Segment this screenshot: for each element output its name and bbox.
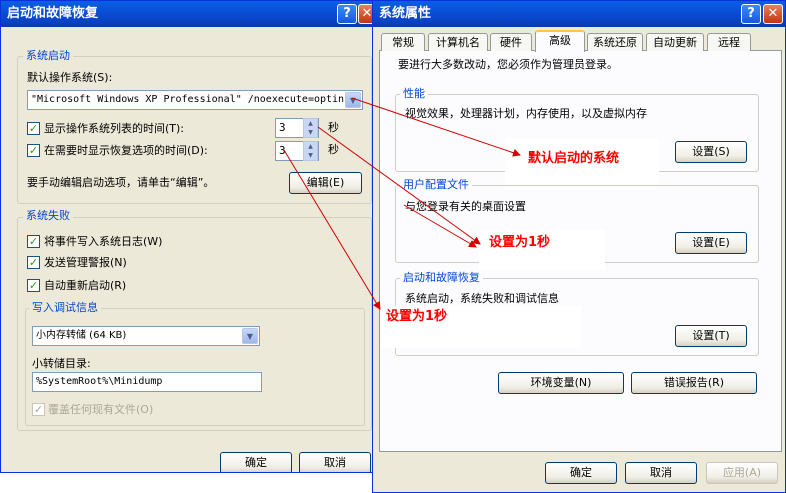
show-list-spinner[interactable]: ▲ ▼	[303, 118, 318, 138]
show-list-seconds-value: 3	[279, 121, 286, 134]
annotation-set-one-second-a: 设置为1秒	[489, 235, 551, 250]
tab-computer-name[interactable]: 计算机名	[428, 33, 488, 51]
annotation-set-one-second-b: 设置为1秒	[386, 309, 448, 324]
user-profiles-group-label: 用户配置文件	[400, 178, 472, 192]
dump-type-select[interactable]: 小内存转储 (64 KB)	[32, 326, 260, 346]
edit-hint: 要手动编辑启动选项，请单击“编辑”。	[27, 176, 215, 189]
tab-general[interactable]: 常规	[381, 33, 425, 51]
auto-restart-checkbox[interactable]: ✓	[27, 279, 40, 292]
spinner-down-icon[interactable]: ▼	[304, 128, 317, 137]
recovery-seconds-value: 3	[279, 144, 286, 157]
system-failure-group-label: 系统失败	[23, 209, 73, 223]
default-os-select[interactable]: "Microsoft Windows XP Professional" /noe…	[27, 90, 363, 110]
startup-dialog-help-button[interactable]: ?	[337, 4, 357, 24]
dump-dir-input[interactable]: %SystemRoot%\Minidump	[32, 372, 262, 392]
startup-ok-button[interactable]: 确定	[220, 452, 292, 472]
performance-settings-button[interactable]: 设置(S)	[675, 141, 747, 163]
show-list-unit: 秒	[328, 121, 339, 134]
show-list-label: 显示操作系统列表的时间(T):	[44, 122, 185, 135]
startup-recovery-description: 系统启动，系统失败和调试信息	[405, 292, 559, 305]
tab-system-restore[interactable]: 系统还原	[587, 33, 643, 51]
spinner-up-icon[interactable]: ▲	[304, 142, 317, 151]
error-report-button[interactable]: 错误报告(R)	[631, 372, 757, 394]
startup-dialog-title: 启动和故障恢复	[7, 6, 99, 21]
recovery-options-checkbox[interactable]: ✓	[27, 144, 40, 157]
edit-button[interactable]: 编辑(E)	[289, 172, 362, 194]
recovery-options-label: 在需要时显示恢复选项的时间(D):	[44, 144, 208, 157]
system-properties-cancel-button[interactable]: 取消	[625, 462, 697, 484]
default-os-label: 默认操作系统(S):	[27, 71, 113, 84]
show-list-checkbox[interactable]: ✓	[27, 122, 40, 135]
send-alert-checkbox[interactable]: ✓	[27, 256, 40, 269]
system-startup-group-label: 系统启动	[23, 49, 73, 63]
tab-remote[interactable]: 远程	[707, 33, 751, 51]
system-properties-close-button[interactable]: ✕	[763, 4, 783, 24]
system-properties-ok-button[interactable]: 确定	[545, 462, 617, 484]
startup-recovery-dialog: 启动和故障恢复 ? ✕ 系统启动 默认操作系统(S): "Microsoft W…	[0, 0, 377, 473]
performance-description: 视觉效果，处理器计划，内存使用，以及虚拟内存	[405, 107, 647, 120]
system-properties-titlebar[interactable]: 系统属性	[373, 1, 785, 27]
default-os-value: "Microsoft Windows XP Professional" /noe…	[31, 94, 345, 105]
system-properties-help-button[interactable]: ?	[741, 4, 761, 24]
user-profiles-description: 与您登录有关的桌面设置	[405, 200, 526, 213]
tab-auto-update[interactable]: 自动更新	[646, 33, 704, 51]
env-vars-button[interactable]: 环境变量(N)	[498, 372, 624, 394]
user-profiles-settings-button[interactable]: 设置(E)	[675, 232, 747, 254]
startup-recovery-group-label: 启动和故障恢复	[400, 271, 483, 285]
annotation-default-os: 默认启动的系统	[528, 151, 620, 166]
tab-advanced[interactable]: 高级	[535, 30, 585, 52]
recovery-unit: 秒	[328, 143, 339, 156]
dump-type-chevron-down-icon[interactable]: ▼	[242, 328, 258, 344]
tab-hardware[interactable]: 硬件	[490, 33, 532, 51]
performance-group-label: 性能	[400, 87, 428, 101]
system-properties-title: 系统属性	[379, 6, 432, 21]
overwrite-checkbox[interactable]: ✓	[32, 403, 45, 416]
dump-type-value: 小内存转储 (64 KB)	[36, 330, 127, 341]
write-log-checkbox[interactable]: ✓	[27, 235, 40, 248]
system-properties-apply-button[interactable]: 应用(A)	[706, 462, 778, 484]
startup-dialog-titlebar[interactable]: 启动和故障恢复	[1, 1, 376, 27]
debug-info-group-label: 写入调试信息	[29, 301, 101, 315]
admin-note: 要进行大多数改动，您必须作为管理员登录。	[398, 58, 618, 71]
startup-cancel-button[interactable]: 取消	[299, 452, 371, 472]
recovery-spinner[interactable]: ▲ ▼	[303, 141, 318, 161]
spinner-down-icon[interactable]: ▼	[304, 151, 317, 160]
dump-dir-label: 小转储目录:	[32, 357, 91, 370]
overwrite-label: 覆盖任何现有文件(O)	[48, 403, 154, 416]
dump-dir-value: %SystemRoot%\Minidump	[36, 376, 163, 387]
auto-restart-label: 自动重新启动(R)	[44, 279, 127, 292]
default-os-chevron-down-icon[interactable]: ▼	[345, 92, 361, 108]
spinner-up-icon[interactable]: ▲	[304, 119, 317, 128]
send-alert-label: 发送管理警报(N)	[44, 256, 127, 269]
startup-recovery-settings-button[interactable]: 设置(T)	[675, 325, 747, 347]
write-log-label: 将事件写入系统日志(W)	[44, 235, 163, 248]
